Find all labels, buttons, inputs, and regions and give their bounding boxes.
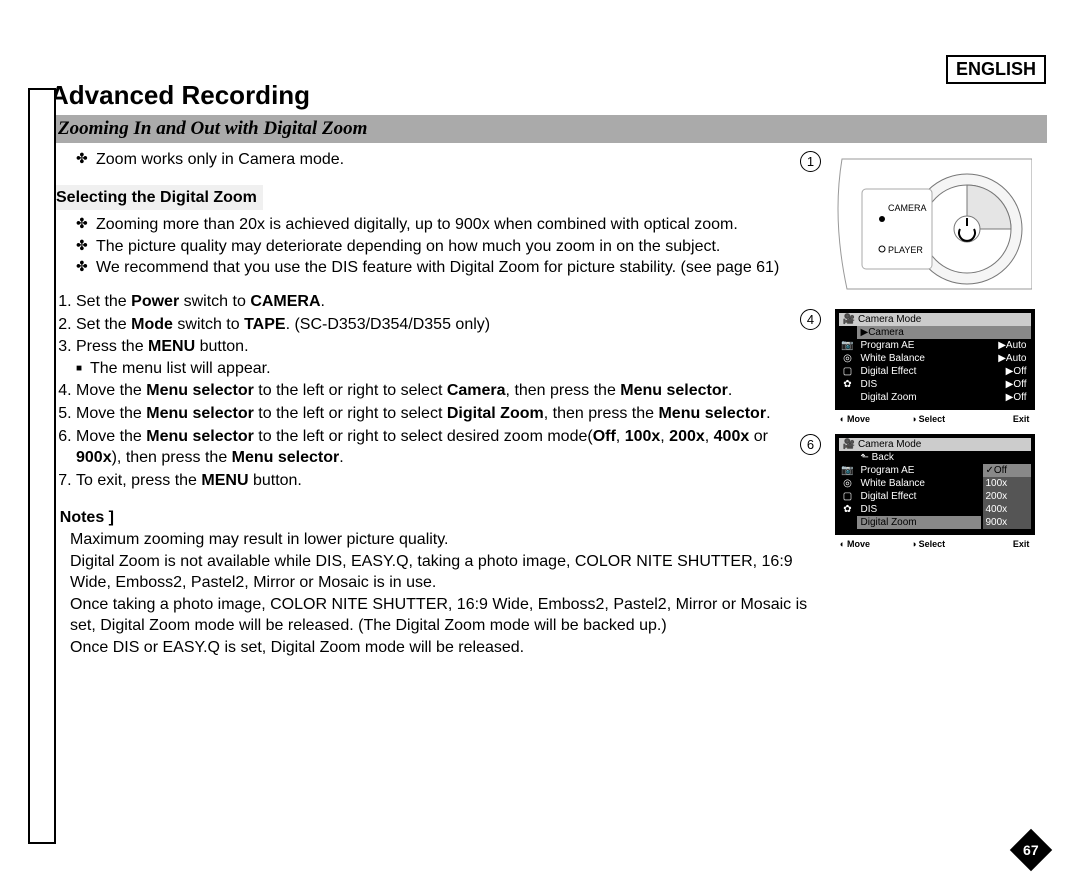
language-badge: ENGLISH — [946, 55, 1046, 84]
step-1: Set the Power switch to CAMERA. — [76, 291, 812, 313]
sub-bullet: Zooming more than 20x is achieved digita… — [96, 214, 738, 236]
step-5: Move the Menu selector to the left or ri… — [76, 403, 812, 425]
power-dial-illustration: CAMERA PLAYER — [822, 149, 1032, 299]
camcorder-icon: 🎥 — [843, 439, 855, 450]
step-6: Move the Menu selector to the left or ri… — [76, 426, 812, 469]
osd-item: Digital Zoom▶Off — [857, 391, 1031, 404]
camcorder-icon: 🎥 — [843, 314, 855, 325]
figure-callout-6: 6 — [800, 434, 821, 455]
step-3-substep: The menu list will appear. — [76, 358, 812, 380]
bullet-icon: ✤ — [76, 257, 90, 279]
osd-item: DIS▶Off — [857, 378, 1031, 391]
section-heading: Zooming In and Out with Digital Zoom — [50, 115, 1047, 143]
osd-item: White Balance▶Auto — [857, 352, 1031, 365]
osd-option: 900x — [983, 516, 1031, 529]
step-2: Set the Mode switch to TAPE. (SC-D353/D3… — [76, 314, 812, 336]
page-title: Advanced Recording — [50, 80, 1047, 111]
display-tab-icon: ▢ — [843, 491, 852, 502]
note-text: Once taking a photo image, COLOR NITE SH… — [70, 594, 812, 637]
osd-item: Digital Effect▶Off — [857, 365, 1031, 378]
memory-tab-icon: ◎ — [843, 478, 852, 489]
bullet-icon: ✤ — [76, 214, 90, 236]
osd-zoom-options: ✓Off 100x 200x 400x 900x — [983, 451, 1031, 529]
osd-title: 🎥 Camera Mode — [839, 438, 1031, 451]
figure-osd-4: 4 🎥 Camera Mode 📷 ◎ ▢ ✿ — [822, 309, 1047, 424]
note-text: Once DIS or EASY.Q is set, Digital Zoom … — [70, 637, 524, 659]
figure-power-dial: 1 CAMERA PLAYER — [822, 149, 1047, 299]
osd-footer: ◐ Move ◑ Select MENU Exit — [822, 414, 1047, 424]
bullet-icon: ✤ — [76, 236, 90, 258]
subheading: Selecting the Digital Zoom — [50, 185, 263, 211]
osd-item: Program AE — [857, 464, 981, 477]
osd-item: DIS — [857, 503, 981, 516]
osd-footer: ◐ Move ◑ Select MENU Exit — [822, 539, 1047, 549]
note-text: Digital Zoom is not available while DIS,… — [70, 551, 812, 594]
step-4: Move the Menu selector to the left or ri… — [76, 380, 812, 402]
settings-tab-icon: ✿ — [843, 504, 851, 515]
figure-callout-1: 1 — [800, 151, 821, 172]
steps-list: Set the Power switch to CAMERA. Set the … — [50, 291, 812, 491]
step-3: Press the MENU button. The menu list wil… — [76, 336, 812, 379]
osd-icon-column: 📷 ◎ ▢ ✿ — [839, 451, 857, 529]
osd-item: White Balance — [857, 477, 981, 490]
osd-title: 🎥 Camera Mode — [839, 313, 1031, 326]
display-tab-icon: ▢ — [843, 366, 852, 377]
body-text-column: ✤ Zoom works only in Camera mode. Select… — [50, 149, 812, 658]
intro-bullet: Zoom works only in Camera mode. — [96, 149, 344, 171]
camera-tab-icon: 📷 — [841, 340, 853, 351]
page-number-badge: 67 — [1016, 835, 1046, 865]
figure-callout-4: 4 — [800, 309, 821, 330]
osd-option: ✓Off — [983, 464, 1031, 477]
osd-item-selected: Digital Zoom — [857, 516, 981, 529]
figure-osd-6: 6 🎥 Camera Mode 📷 ◎ ▢ ✿ — [822, 434, 1047, 549]
binding-margin-decoration — [28, 88, 56, 844]
memory-tab-icon: ◎ — [843, 353, 852, 364]
figure-column: 1 CAMERA PLAYER — [822, 149, 1047, 658]
step-7: To exit, press the MENU button. — [76, 470, 812, 492]
note-text: Maximum zooming may result in lower pict… — [70, 529, 449, 551]
osd-item: Digital Effect — [857, 490, 981, 503]
svg-text:PLAYER: PLAYER — [888, 245, 923, 255]
settings-tab-icon: ✿ — [843, 379, 851, 390]
osd-option: 200x — [983, 490, 1031, 503]
osd-item: Program AE▶Auto — [857, 339, 1031, 352]
bullet-icon: ✤ — [76, 149, 90, 171]
osd-icon-column: 📷 ◎ ▢ ✿ — [839, 326, 857, 404]
sub-bullet: The picture quality may deteriorate depe… — [96, 236, 720, 258]
svg-text:CAMERA: CAMERA — [888, 203, 927, 213]
sub-bullet: We recommend that you use the DIS featur… — [96, 257, 779, 279]
osd-back: ⬑ Back — [857, 451, 981, 464]
osd-camera-header: ▶Camera — [857, 326, 1031, 339]
notes-heading: [ Notes ] — [50, 507, 812, 529]
osd-option: 400x — [983, 503, 1031, 516]
osd-option: 100x — [983, 477, 1031, 490]
camera-tab-icon: 📷 — [841, 465, 853, 476]
